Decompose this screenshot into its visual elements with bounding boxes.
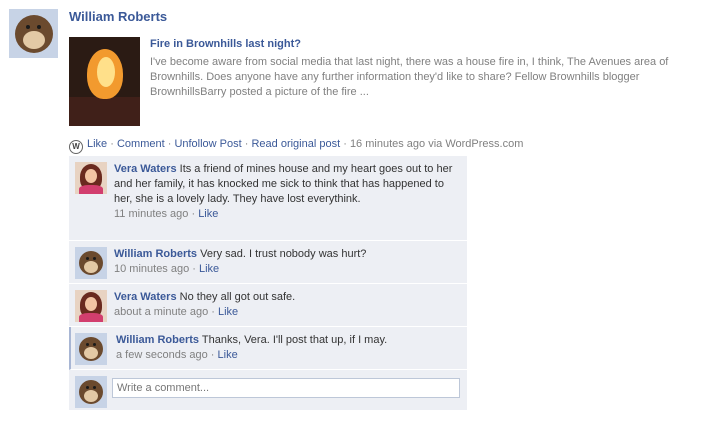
comment-item: William Roberts Very sad. I trust nobody… <box>69 241 467 284</box>
comment-like-link[interactable]: Like <box>218 306 238 318</box>
commenter-avatar[interactable] <box>75 162 107 194</box>
post-thumbnail[interactable] <box>69 37 140 126</box>
post-timestamp: 16 minutes ago via WordPress.com <box>349 138 524 150</box>
comment-link[interactable]: Comment <box>117 138 165 150</box>
current-user-avatar <box>75 376 107 408</box>
author-name[interactable]: William Roberts <box>69 9 167 24</box>
action-bar: W Like · Comment · Unfollow Post · Read o… <box>69 138 523 154</box>
comment-text: No they all got out safe. <box>179 291 296 303</box>
comment-time[interactable]: 10 minutes ago <box>114 263 189 275</box>
comment-time[interactable]: about a minute ago <box>114 306 208 318</box>
comment-item: Vera Waters No they all got out safe. ab… <box>69 284 467 327</box>
like-link[interactable]: Like <box>87 138 107 150</box>
comment-item: William Roberts Thanks, Vera. I'll post … <box>69 327 467 370</box>
comment-like-link[interactable]: Like <box>198 208 218 220</box>
comment-author[interactable]: Vera Waters <box>114 291 177 303</box>
comment-text: Very sad. I trust nobody was hurt? <box>200 248 367 260</box>
comment-list: Vera Waters Its a friend of mines house … <box>69 156 467 410</box>
post-title[interactable]: Fire in Brownhills last night? <box>150 38 301 50</box>
write-comment-input[interactable]: Write a comment... <box>112 378 460 398</box>
comment-author[interactable]: William Roberts <box>114 248 197 260</box>
author-avatar[interactable] <box>9 9 58 58</box>
comment-text: Thanks, Vera. I'll post that up, if I ma… <box>201 334 388 346</box>
commenter-avatar[interactable] <box>75 247 107 279</box>
commenter-avatar[interactable] <box>75 333 107 365</box>
read-original-link[interactable]: Read original post <box>251 138 340 150</box>
unfollow-post-link[interactable]: Unfollow Post <box>174 138 241 150</box>
comment-like-link[interactable]: Like <box>218 349 238 361</box>
write-comment-row: Write a comment... <box>69 370 467 410</box>
comment-item: Vera Waters Its a friend of mines house … <box>69 156 467 241</box>
comment-time[interactable]: 11 minutes ago <box>114 208 188 220</box>
post-excerpt: I've become aware from social media that… <box>150 56 669 98</box>
comment-author[interactable]: William Roberts <box>116 334 199 346</box>
commenter-avatar[interactable] <box>75 290 107 322</box>
comment-author[interactable]: Vera Waters <box>114 163 177 175</box>
comment-time[interactable]: a few seconds ago <box>116 349 208 361</box>
wordpress-icon: W <box>69 140 83 154</box>
comment-like-link[interactable]: Like <box>199 263 219 275</box>
